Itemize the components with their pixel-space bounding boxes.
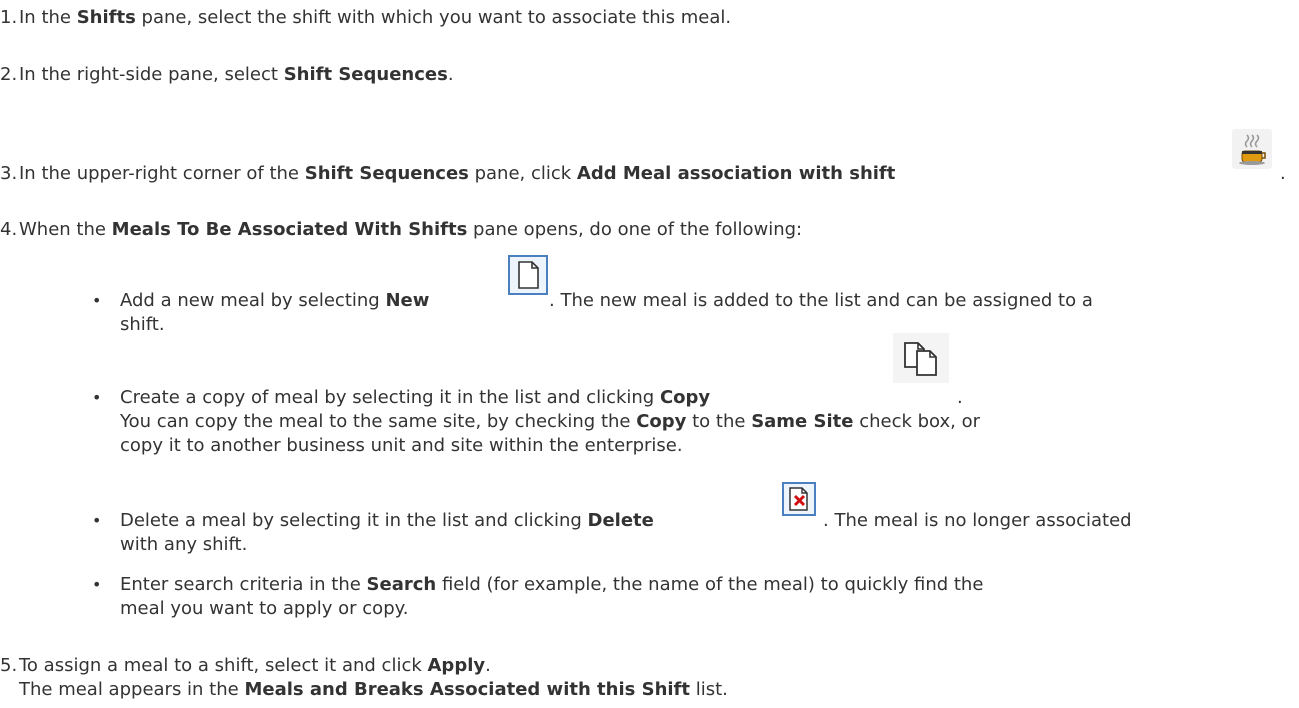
bullet-new-text: . The new meal is added to the list and …	[549, 290, 1093, 311]
bullet-marker: •	[92, 388, 102, 407]
step-5: 5. To assign a meal to a shift, select i…	[0, 654, 491, 678]
bullet-new-line2: shift.	[120, 314, 165, 335]
bullet-marker: •	[92, 511, 102, 530]
bullet-copy-line2: You can copy the meal to the same site, …	[120, 411, 981, 432]
step-text: To assign a meal to a shift, select it a…	[19, 655, 491, 676]
step-text: In the right-side pane, select Shift Seq…	[19, 64, 454, 85]
bullet-copy-period: .	[957, 387, 963, 408]
step-3: 3. In the upper-right corner of the Shif…	[0, 162, 895, 186]
new-document-icon	[508, 255, 548, 295]
step-number: 1.	[0, 7, 18, 28]
step-2: 2. In the right-side pane, select Shift …	[0, 63, 454, 87]
step-number: 4.	[0, 219, 18, 240]
step-number: 5.	[0, 655, 18, 676]
step-number: 3.	[0, 163, 18, 184]
step-text: In the upper-right corner of the Shift S…	[19, 163, 896, 184]
step-4: 4. When the Meals To Be Associated With …	[0, 218, 802, 242]
step-text: When the Meals To Be Associated With Shi…	[19, 219, 803, 240]
step-number: 2.	[0, 64, 18, 85]
bullet-delete-line2: with any shift.	[120, 534, 248, 555]
bullet-delete-text: . The meal is no longer associated	[823, 510, 1132, 531]
bullet-marker: •	[92, 291, 102, 310]
copy-documents-icon	[893, 333, 949, 383]
bullet-marker: •	[92, 575, 102, 594]
step-3-period: .	[1280, 163, 1286, 184]
bullet-new: Add a new meal by selecting New	[120, 290, 430, 311]
bullet-search-line2: meal you want to apply or copy.	[120, 598, 409, 619]
bullet-copy: Create a copy of meal by selecting it in…	[120, 387, 711, 408]
delete-document-icon	[782, 482, 816, 516]
step-5-line2: The meal appears in the Meals and Breaks…	[19, 679, 728, 700]
bullet-copy-line3: copy it to another business unit and sit…	[120, 435, 683, 456]
bullet-delete: Delete a meal by selecting it in the lis…	[120, 510, 654, 531]
step-text: In the Shifts pane, select the shift wit…	[19, 7, 732, 28]
add-meal-association-icon	[1232, 129, 1272, 169]
bullet-search: Enter search criteria in the Search fiel…	[120, 574, 984, 595]
step-1: 1. In the Shifts pane, select the shift …	[0, 6, 731, 30]
